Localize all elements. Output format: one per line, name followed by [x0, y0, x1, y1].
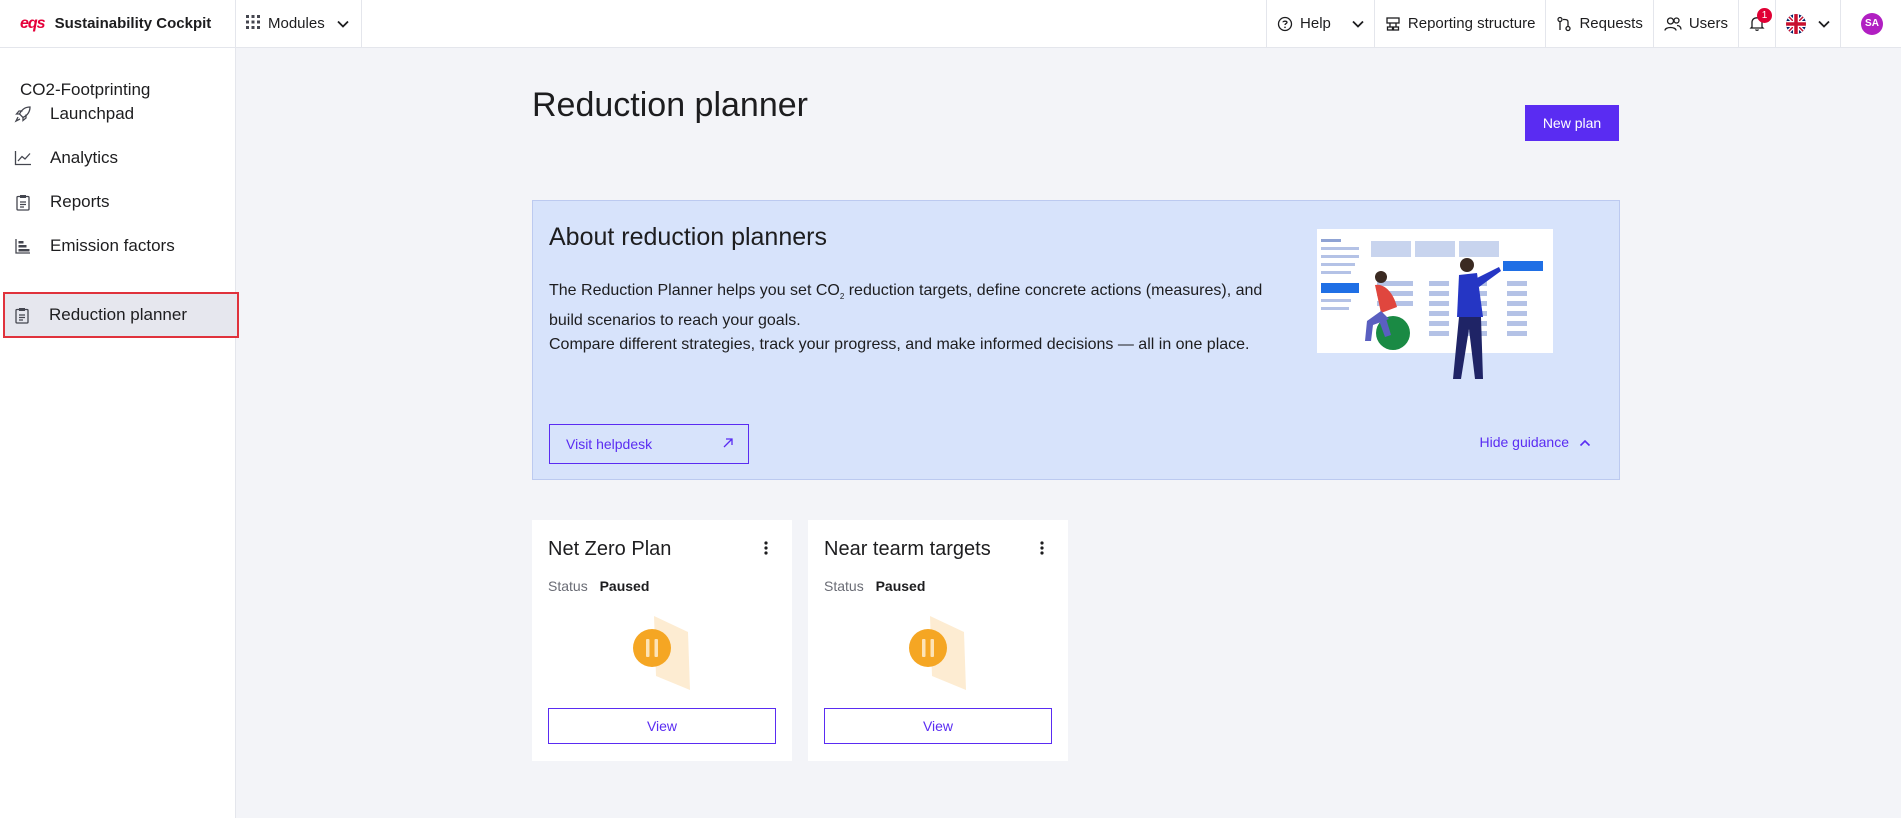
- notification-badge: 1: [1757, 7, 1772, 23]
- chevron-down-icon: [337, 15, 349, 32]
- sidebar-item-reduction-planner[interactable]: Reduction planner: [3, 292, 239, 338]
- clipboard-icon: [11, 304, 33, 326]
- about-title: About reduction planners: [549, 223, 827, 251]
- status-value: Paused: [875, 578, 926, 594]
- status-row: Status Paused: [548, 578, 649, 594]
- user-menu[interactable]: SA: [1840, 0, 1901, 48]
- about-description: The Reduction Planner helps you set CO2 …: [549, 282, 1263, 354]
- modules-menu[interactable]: Modules: [236, 0, 362, 48]
- reporting-structure-label: Reporting structure: [1407, 15, 1536, 32]
- reporting-structure-link[interactable]: Reporting structure: [1373, 0, 1546, 48]
- view-plan-button[interactable]: View: [824, 708, 1052, 744]
- top-bar: eqs Sustainability Cockpit Modules Help …: [0, 0, 1901, 48]
- plan-card: Net Zero Plan Status Paused View: [532, 520, 792, 761]
- sidebar-item-emission-factors[interactable]: Emission factors: [4, 224, 238, 268]
- hide-guidance-label: Hide guidance: [1479, 434, 1569, 450]
- brand[interactable]: eqs Sustainability Cockpit: [0, 0, 236, 48]
- language-selector[interactable]: [1775, 0, 1840, 48]
- sidebar-item-label: Reports: [50, 192, 110, 211]
- chevron-down-icon: [1818, 20, 1830, 28]
- clipboard-icon: [12, 191, 34, 213]
- view-plan-button[interactable]: View: [548, 708, 776, 744]
- chevron-up-icon: [1579, 434, 1591, 450]
- reduction-planner-illustration: [1317, 229, 1553, 379]
- reporting-structure-icon: [1385, 16, 1401, 32]
- hide-guidance-toggle[interactable]: Hide guidance: [1479, 434, 1591, 450]
- notifications-button[interactable]: 1: [1738, 0, 1775, 48]
- requests-label: Requests: [1579, 15, 1643, 32]
- users-icon: [1664, 16, 1682, 32]
- sidebar-item-reports[interactable]: Reports: [4, 180, 238, 224]
- sidebar-item-label: Reduction planner: [49, 305, 187, 324]
- status-value: Paused: [599, 578, 650, 594]
- sidebar-item-label: Launchpad: [50, 104, 135, 123]
- helpdesk-label: Visit helpdesk: [566, 436, 653, 452]
- uk-flag-icon: [1786, 13, 1806, 34]
- paused-status-icon: [633, 616, 690, 690]
- users-label: Users: [1688, 15, 1728, 32]
- bar-list-icon: [12, 235, 34, 257]
- users-link[interactable]: Users: [1652, 0, 1738, 48]
- plan-title: Net Zero Plan: [548, 538, 672, 560]
- sidebar-item-analytics[interactable]: Analytics: [4, 136, 238, 180]
- page-title: Reduction planner: [532, 86, 808, 124]
- modules-label: Modules: [268, 15, 325, 32]
- chart-line-icon: [12, 147, 34, 169]
- visit-helpdesk-button[interactable]: Visit helpdesk: [549, 424, 749, 464]
- more-options-icon[interactable]: [756, 538, 776, 558]
- avatar: SA: [1861, 12, 1883, 35]
- help-menu[interactable]: Help: [1266, 0, 1374, 48]
- help-label: Help: [1300, 15, 1331, 32]
- requests-icon: [1556, 16, 1572, 32]
- eqs-logo: eqs: [20, 14, 46, 32]
- plan-card: Near tearm targets Status Paused View: [808, 520, 1068, 761]
- plan-title: Near tearm targets: [824, 538, 991, 560]
- chevron-down-icon: [1352, 20, 1364, 28]
- help-circle-icon: [1277, 16, 1293, 32]
- more-options-icon[interactable]: [1032, 538, 1052, 558]
- new-plan-button[interactable]: New plan: [1525, 105, 1619, 141]
- status-label: Status: [548, 578, 588, 594]
- sidebar-item-launchpad[interactable]: Launchpad: [4, 92, 238, 136]
- sidebar: CO2-Footprinting Launchpad Analytics Rep…: [0, 48, 239, 818]
- status-row: Status Paused: [824, 578, 925, 594]
- sidebar-item-label: Emission factors: [50, 236, 175, 255]
- about-panel: About reduction planners The Reduction P…: [532, 200, 1620, 480]
- external-link-icon: [722, 436, 734, 452]
- app-name: Sustainability Cockpit: [54, 15, 212, 32]
- sidebar-item-label: Analytics: [50, 148, 119, 167]
- paused-status-icon: [909, 616, 966, 690]
- status-label: Status: [824, 578, 864, 594]
- rocket-icon: [12, 103, 34, 125]
- grid-icon: [246, 14, 260, 33]
- requests-link[interactable]: Requests: [1545, 0, 1652, 48]
